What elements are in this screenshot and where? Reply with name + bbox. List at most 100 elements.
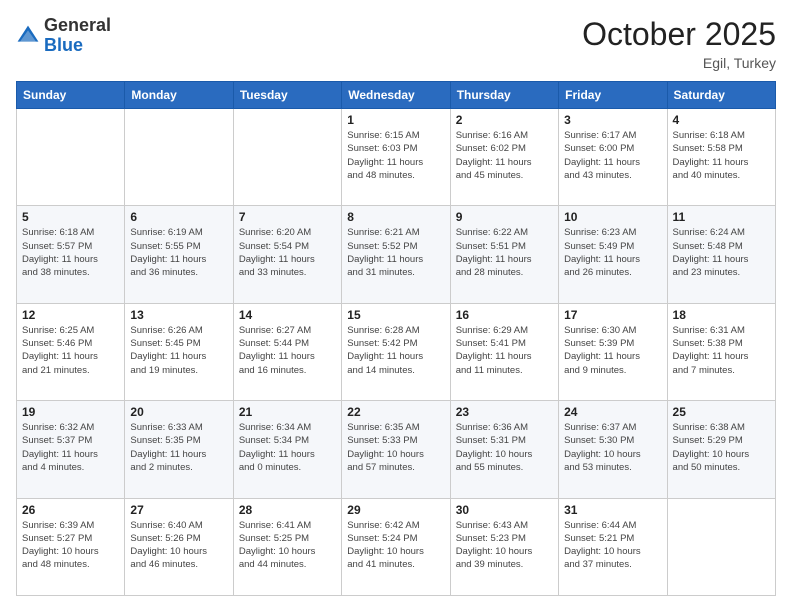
day-number: 5 xyxy=(22,210,119,224)
day-number: 19 xyxy=(22,405,119,419)
day-info: Sunrise: 6:25 AM Sunset: 5:46 PM Dayligh… xyxy=(22,324,119,377)
day-number: 13 xyxy=(130,308,227,322)
calendar-week-5: 26Sunrise: 6:39 AM Sunset: 5:27 PM Dayli… xyxy=(17,498,776,595)
col-monday: Monday xyxy=(125,82,233,109)
day-info: Sunrise: 6:19 AM Sunset: 5:55 PM Dayligh… xyxy=(130,226,227,279)
day-number: 16 xyxy=(456,308,553,322)
day-info: Sunrise: 6:22 AM Sunset: 5:51 PM Dayligh… xyxy=(456,226,553,279)
day-info: Sunrise: 6:15 AM Sunset: 6:03 PM Dayligh… xyxy=(347,129,444,182)
table-cell: 18 Sunrise: 6:31 AM Sunset: 5:38 PM Dayli… xyxy=(667,303,775,400)
day-info: Sunrise: 6:30 AM Sunset: 5:39 PM Dayligh… xyxy=(564,324,661,377)
day-info: Sunrise: 6:37 AM Sunset: 5:30 PM Dayligh… xyxy=(564,421,661,474)
calendar-week-1: 1 Sunrise: 6:15 AM Sunset: 6:03 PM Daylig… xyxy=(17,109,776,206)
col-sunday: Sunday xyxy=(17,82,125,109)
calendar-table: Sunday Monday Tuesday Wednesday Thursday… xyxy=(16,81,776,596)
day-info: Sunrise: 6:40 AM Sunset: 5:26 PM Dayligh… xyxy=(130,519,227,572)
table-cell: 17 Sunrise: 6:30 AM Sunset: 5:39 PM Dayli… xyxy=(559,303,667,400)
day-info: Sunrise: 6:17 AM Sunset: 6:00 PM Dayligh… xyxy=(564,129,661,182)
table-cell: 2 Sunrise: 6:16 AM Sunset: 6:02 PM Daylig… xyxy=(450,109,558,206)
day-number: 27 xyxy=(130,503,227,517)
day-info: Sunrise: 6:36 AM Sunset: 5:31 PM Dayligh… xyxy=(456,421,553,474)
calendar-week-4: 19 Sunrise: 6:32 AM Sunset: 5:37 PM Dayli… xyxy=(17,401,776,498)
day-info: Sunrise: 6:42 AM Sunset: 5:24 PM Dayligh… xyxy=(347,519,444,572)
table-cell: 29 Sunrise: 6:42 AM Sunset: 5:24 PM Dayli… xyxy=(342,498,450,595)
table-cell: 21 Sunrise: 6:34 AM Sunset: 5:34 PM Dayli… xyxy=(233,401,341,498)
day-number: 18 xyxy=(673,308,770,322)
day-info: Sunrise: 6:23 AM Sunset: 5:49 PM Dayligh… xyxy=(564,226,661,279)
day-info: Sunrise: 6:38 AM Sunset: 5:29 PM Dayligh… xyxy=(673,421,770,474)
calendar-week-2: 5 Sunrise: 6:18 AM Sunset: 5:57 PM Daylig… xyxy=(17,206,776,303)
table-cell: 20 Sunrise: 6:33 AM Sunset: 5:35 PM Dayli… xyxy=(125,401,233,498)
day-number: 17 xyxy=(564,308,661,322)
table-cell xyxy=(125,109,233,206)
table-cell: 27 Sunrise: 6:40 AM Sunset: 5:26 PM Dayli… xyxy=(125,498,233,595)
day-number: 10 xyxy=(564,210,661,224)
day-info: Sunrise: 6:35 AM Sunset: 5:33 PM Dayligh… xyxy=(347,421,444,474)
day-number: 29 xyxy=(347,503,444,517)
table-cell: 7 Sunrise: 6:20 AM Sunset: 5:54 PM Daylig… xyxy=(233,206,341,303)
day-number: 31 xyxy=(564,503,661,517)
calendar-week-3: 12 Sunrise: 6:25 AM Sunset: 5:46 PM Dayli… xyxy=(17,303,776,400)
day-number: 28 xyxy=(239,503,336,517)
day-info: Sunrise: 6:20 AM Sunset: 5:54 PM Dayligh… xyxy=(239,226,336,279)
day-number: 26 xyxy=(22,503,119,517)
day-number: 1 xyxy=(347,113,444,127)
table-cell: 11Sunrise: 6:24 AM Sunset: 5:48 PM Dayli… xyxy=(667,206,775,303)
col-saturday: Saturday xyxy=(667,82,775,109)
table-cell: 8 Sunrise: 6:21 AM Sunset: 5:52 PM Daylig… xyxy=(342,206,450,303)
table-cell: 12 Sunrise: 6:25 AM Sunset: 5:46 PM Dayli… xyxy=(17,303,125,400)
table-cell: 1 Sunrise: 6:15 AM Sunset: 6:03 PM Daylig… xyxy=(342,109,450,206)
table-cell: 31 Sunrise: 6:44 AM Sunset: 5:21 PM Dayli… xyxy=(559,498,667,595)
day-number: 20 xyxy=(130,405,227,419)
day-info: Sunrise: 6:44 AM Sunset: 5:21 PM Dayligh… xyxy=(564,519,661,572)
day-number: 14 xyxy=(239,308,336,322)
day-info: Sunrise: 6:18 AM Sunset: 5:58 PM Dayligh… xyxy=(673,129,770,182)
day-info: Sunrise: 6:31 AM Sunset: 5:38 PM Dayligh… xyxy=(673,324,770,377)
day-info: Sunrise: 6:33 AM Sunset: 5:35 PM Dayligh… xyxy=(130,421,227,474)
day-number: 22 xyxy=(347,405,444,419)
day-info: Sunrise: 6:43 AM Sunset: 5:23 PM Dayligh… xyxy=(456,519,553,572)
month-title: October 2025 xyxy=(582,16,776,53)
day-number: 15 xyxy=(347,308,444,322)
logo-general-text: General xyxy=(44,15,111,35)
day-info: Sunrise: 6:24 AM Sunset: 5:48 PM Dayligh… xyxy=(673,226,770,279)
table-cell: 22 Sunrise: 6:35 AM Sunset: 5:33 PM Dayli… xyxy=(342,401,450,498)
table-cell: 24 Sunrise: 6:37 AM Sunset: 5:30 PM Dayli… xyxy=(559,401,667,498)
day-info: Sunrise: 6:34 AM Sunset: 5:34 PM Dayligh… xyxy=(239,421,336,474)
table-cell: 10 Sunrise: 6:23 AM Sunset: 5:49 PM Dayli… xyxy=(559,206,667,303)
calendar-header-row: Sunday Monday Tuesday Wednesday Thursday… xyxy=(17,82,776,109)
table-cell: 14 Sunrise: 6:27 AM Sunset: 5:44 PM Dayli… xyxy=(233,303,341,400)
table-cell: 13 Sunrise: 6:26 AM Sunset: 5:45 PM Dayli… xyxy=(125,303,233,400)
day-number: 6 xyxy=(130,210,227,224)
day-number: 12 xyxy=(22,308,119,322)
day-number: 4 xyxy=(673,113,770,127)
day-number: 2 xyxy=(456,113,553,127)
day-number: 30 xyxy=(456,503,553,517)
table-cell: 3 Sunrise: 6:17 AM Sunset: 6:00 PM Daylig… xyxy=(559,109,667,206)
table-cell: 28Sunrise: 6:41 AM Sunset: 5:25 PM Dayli… xyxy=(233,498,341,595)
day-info: Sunrise: 6:16 AM Sunset: 6:02 PM Dayligh… xyxy=(456,129,553,182)
col-wednesday: Wednesday xyxy=(342,82,450,109)
header: General Blue October 2025 Egil, Turkey xyxy=(16,16,776,71)
table-cell xyxy=(667,498,775,595)
day-number: 7 xyxy=(239,210,336,224)
table-cell: 30 Sunrise: 6:43 AM Sunset: 5:23 PM Dayli… xyxy=(450,498,558,595)
day-number: 23 xyxy=(456,405,553,419)
table-cell: 6 Sunrise: 6:19 AM Sunset: 5:55 PM Daylig… xyxy=(125,206,233,303)
day-number: 3 xyxy=(564,113,661,127)
table-cell: 16Sunrise: 6:29 AM Sunset: 5:41 PM Dayli… xyxy=(450,303,558,400)
day-info: Sunrise: 6:18 AM Sunset: 5:57 PM Dayligh… xyxy=(22,226,119,279)
day-number: 8 xyxy=(347,210,444,224)
col-tuesday: Tuesday xyxy=(233,82,341,109)
day-info: Sunrise: 6:21 AM Sunset: 5:52 PM Dayligh… xyxy=(347,226,444,279)
table-cell: 5 Sunrise: 6:18 AM Sunset: 5:57 PM Daylig… xyxy=(17,206,125,303)
day-info: Sunrise: 6:32 AM Sunset: 5:37 PM Dayligh… xyxy=(22,421,119,474)
col-friday: Friday xyxy=(559,82,667,109)
day-info: Sunrise: 6:26 AM Sunset: 5:45 PM Dayligh… xyxy=(130,324,227,377)
table-cell xyxy=(233,109,341,206)
day-info: Sunrise: 6:27 AM Sunset: 5:44 PM Dayligh… xyxy=(239,324,336,377)
day-number: 24 xyxy=(564,405,661,419)
title-block: October 2025 Egil, Turkey xyxy=(582,16,776,71)
day-number: 25 xyxy=(673,405,770,419)
day-number: 21 xyxy=(239,405,336,419)
